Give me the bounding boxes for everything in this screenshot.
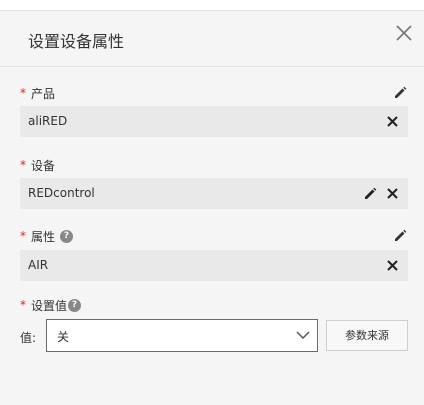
device-edit-pencil-icon[interactable]: [364, 187, 377, 200]
set-device-property-dialog: 设置设备属性 * 产品 aliRED * 设备 REDcontrol * 属性 …: [0, 10, 424, 405]
property-label-text: 属性: [31, 229, 56, 244]
property-edit-pencil-icon[interactable]: [394, 229, 407, 242]
dialog-header: 设置设备属性: [0, 11, 424, 67]
required-mark: *: [20, 86, 26, 100]
set-value-help-icon[interactable]: ?: [68, 298, 82, 312]
required-mark: *: [20, 229, 26, 243]
close-icon[interactable]: [394, 23, 414, 43]
parameter-source-button[interactable]: 参数来源: [326, 320, 408, 351]
device-label: * 设备: [20, 157, 55, 173]
property-value: AIR: [28, 258, 49, 272]
value-label: 值:: [20, 331, 37, 345]
device-value: REDcontrol: [28, 186, 95, 200]
product-edit-pencil-icon[interactable]: [394, 86, 407, 99]
value-select[interactable]: 关: [46, 319, 318, 352]
device-label-text: 设备: [31, 158, 56, 173]
product-value-field[interactable]: aliRED: [20, 106, 408, 137]
dialog-title: 设置设备属性: [28, 32, 125, 51]
property-help-icon[interactable]: ?: [60, 229, 74, 243]
required-mark: *: [20, 158, 26, 172]
product-label: * 产品: [20, 85, 55, 101]
value-select-text: 关: [57, 330, 70, 344]
device-clear-x-icon[interactable]: [387, 188, 398, 199]
product-label-text: 产品: [31, 86, 56, 101]
set-value-label: * 设置值 ?: [20, 297, 82, 313]
set-value-label-text: 设置值: [31, 298, 68, 313]
required-mark: *: [20, 298, 26, 312]
property-value-field[interactable]: AIR: [20, 250, 408, 281]
product-clear-x-icon[interactable]: [387, 116, 398, 127]
device-value-field[interactable]: REDcontrol: [20, 178, 408, 209]
property-label: * 属性 ?: [20, 228, 74, 244]
product-value: aliRED: [28, 114, 68, 128]
chevron-down-icon: [296, 331, 310, 340]
property-clear-x-icon[interactable]: [387, 260, 398, 271]
